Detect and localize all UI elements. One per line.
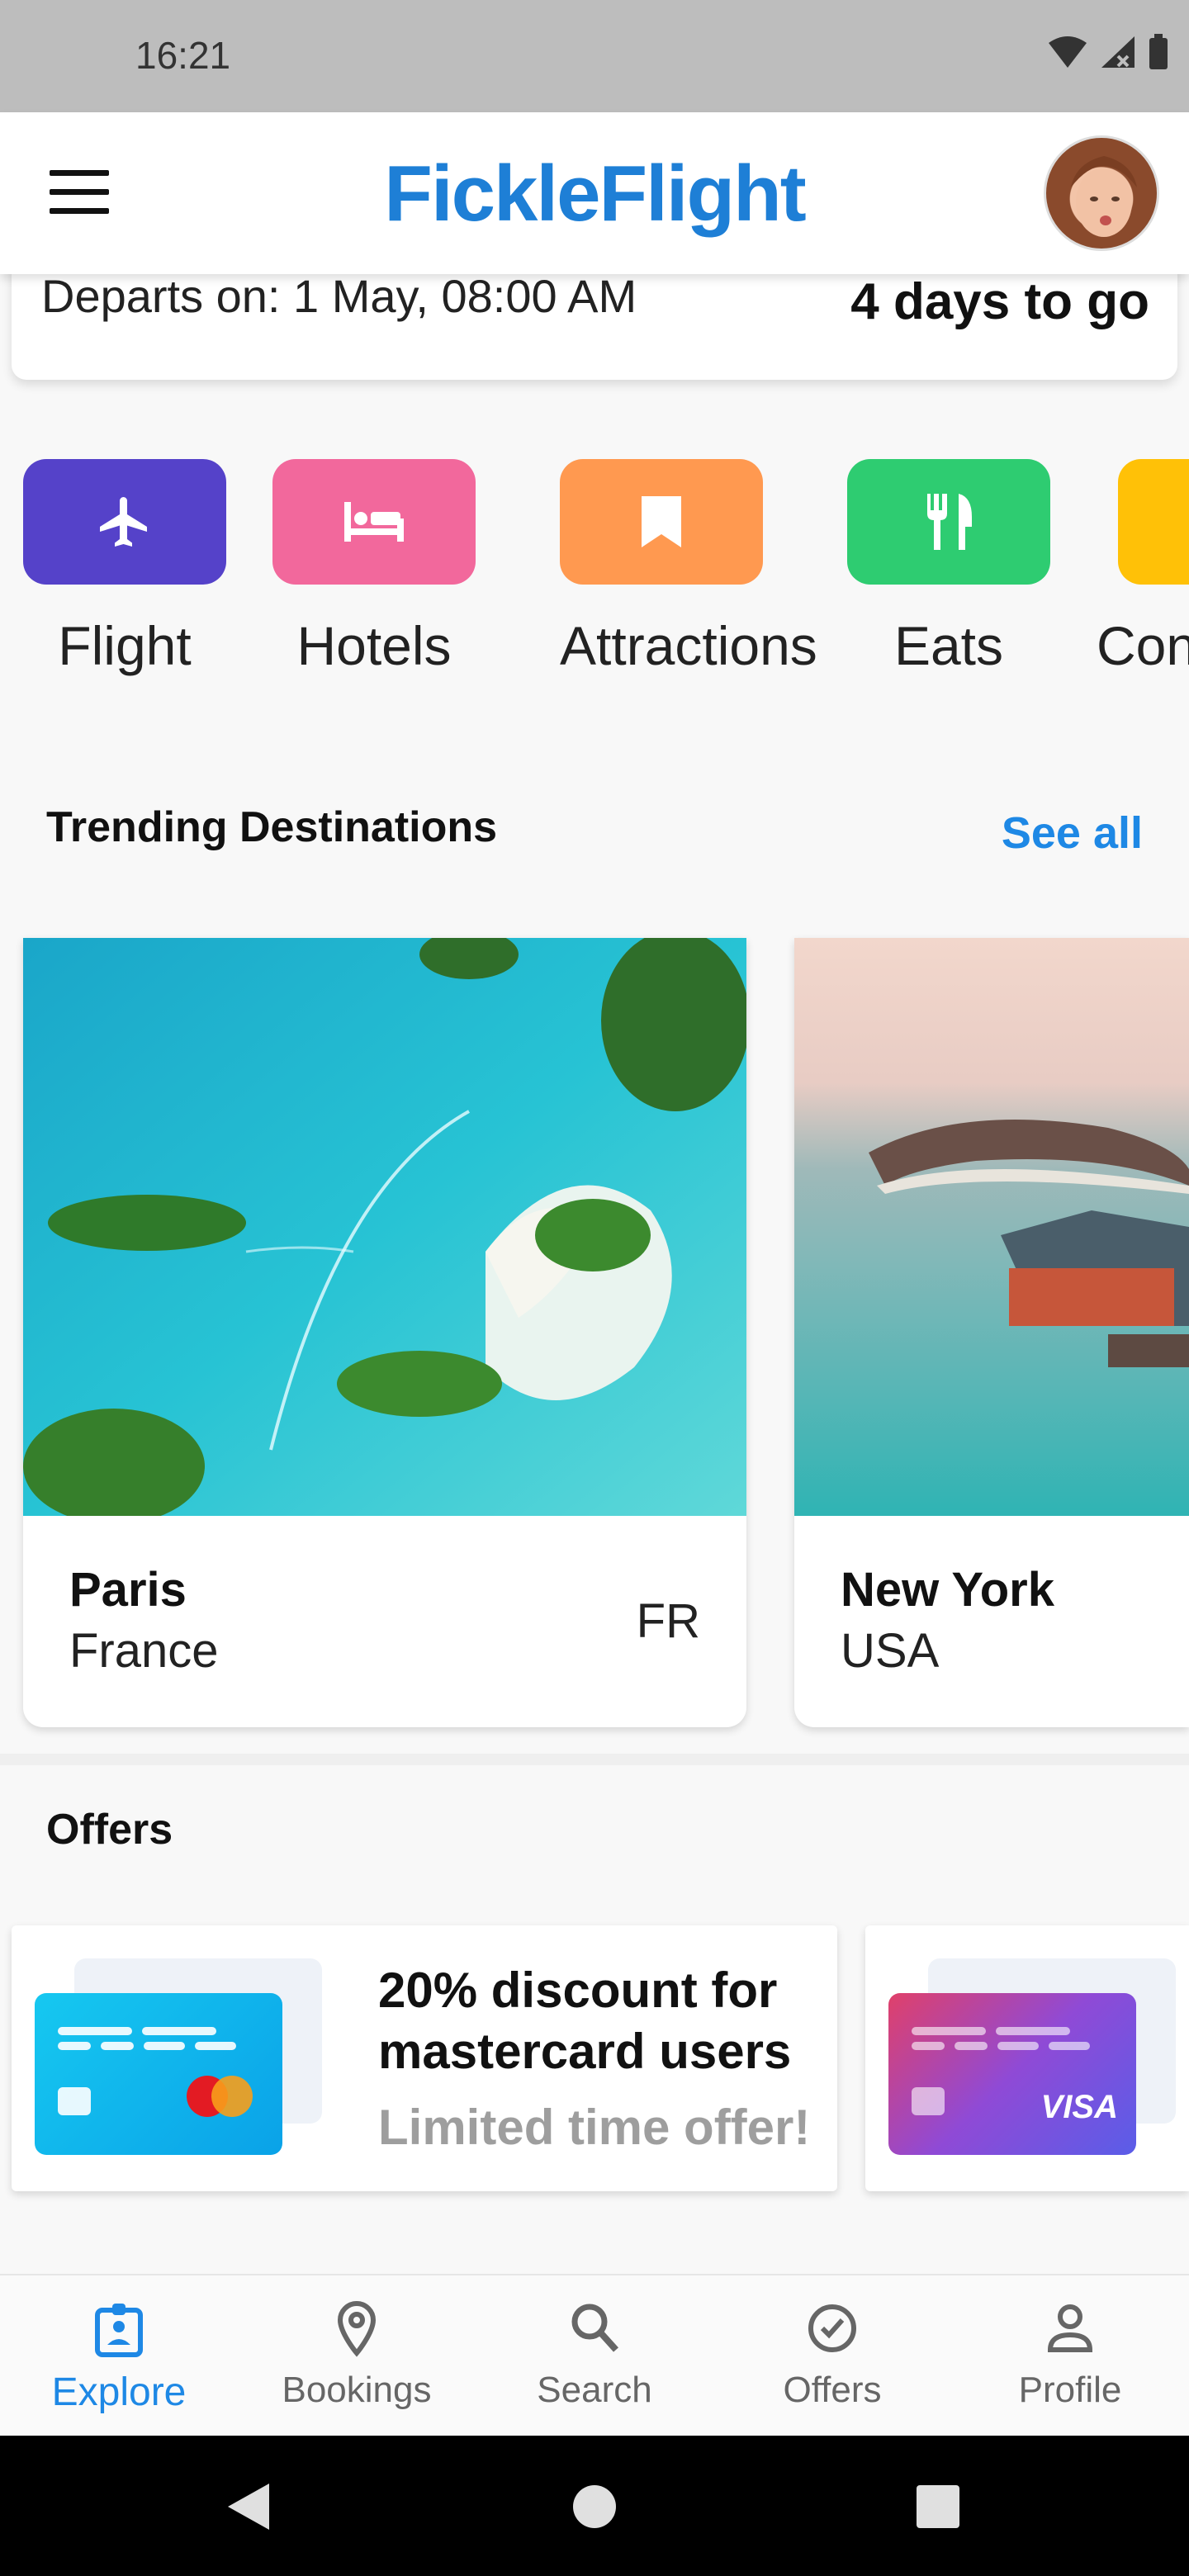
recents-icon[interactable] xyxy=(917,2485,959,2528)
category-label: Eats xyxy=(893,615,1004,676)
location-pin-icon xyxy=(337,2300,377,2357)
destination-country: France xyxy=(69,1624,219,1678)
destination-photo xyxy=(794,938,1189,1516)
category-label: Attractions xyxy=(560,615,817,676)
explore-icon xyxy=(95,2304,143,2357)
section-title-trending: Trending Destinations xyxy=(46,803,498,851)
category-label: Flight xyxy=(58,615,192,676)
nav-label: Offers xyxy=(783,2370,882,2410)
category-label: Con xyxy=(1097,615,1189,676)
trip-countdown: 4 days to go xyxy=(850,273,1149,330)
category-tile xyxy=(23,459,226,585)
back-icon[interactable] xyxy=(223,2480,272,2533)
nav-label: Search xyxy=(537,2370,652,2410)
battery-icon xyxy=(1149,34,1168,69)
app-bar: FickleFlight xyxy=(0,112,1189,274)
app-logo: FickleFlight xyxy=(384,149,806,238)
bookmark-icon xyxy=(642,496,681,547)
card-lines xyxy=(58,2024,246,2054)
category-flight[interactable]: Flight xyxy=(23,459,226,677)
cutlery-icon xyxy=(927,494,972,550)
nav-profile[interactable]: Profile xyxy=(951,2275,1189,2437)
category-row: Flight Hotels Attractions Eats Con xyxy=(0,459,1189,698)
nav-offers[interactable]: Offers xyxy=(713,2275,951,2437)
avatar-image xyxy=(1071,156,1137,237)
system-navigation-bar xyxy=(0,2436,1189,2576)
departure-info: Departs on: 1 May, 08:00 AM xyxy=(41,270,637,322)
status-icons xyxy=(1047,33,1169,71)
category-tile xyxy=(560,459,763,585)
card-lines xyxy=(912,2024,1100,2054)
check-circle-icon xyxy=(808,2304,856,2352)
category-tile xyxy=(847,459,1050,585)
avatar[interactable] xyxy=(1044,135,1159,251)
see-all-link[interactable]: See all xyxy=(1002,807,1143,859)
bottom-navigation: Explore Bookings Search Offers Profile xyxy=(0,2274,1189,2436)
nav-search[interactable]: Search xyxy=(476,2275,713,2437)
category-attractions[interactable]: Attractions xyxy=(560,459,817,677)
offer-subtitle: Limited time offer! xyxy=(378,2100,811,2155)
category-eats[interactable]: Eats xyxy=(847,459,1050,677)
mastercard-illustration xyxy=(35,1993,282,2155)
nav-bookings[interactable]: Bookings xyxy=(238,2275,476,2437)
destination-country-code: FR xyxy=(636,1594,700,1648)
airplane-icon xyxy=(100,497,147,547)
nav-label: Bookings xyxy=(282,2370,432,2410)
signal-icon xyxy=(1101,36,1135,68)
wifi-icon xyxy=(1049,36,1087,68)
nav-label: Explore xyxy=(51,2370,187,2414)
section-title-offers: Offers xyxy=(46,1806,173,1854)
offer-card-mastercard[interactable]: 20% discount for mastercard users Limite… xyxy=(12,1925,837,2191)
destination-photo xyxy=(23,938,746,1524)
home-icon[interactable] xyxy=(571,2484,618,2530)
visa-logo: VISA xyxy=(1040,2089,1118,2125)
nav-label: Profile xyxy=(1018,2370,1122,2410)
destination-card-paris[interactable]: Paris France FR xyxy=(23,938,746,1727)
category-tile xyxy=(1118,459,1189,585)
destination-card-new-york[interactable]: New York USA xyxy=(794,938,1189,1727)
status-time: 16:21 xyxy=(135,34,231,77)
section-divider xyxy=(0,1754,1189,1765)
bed-icon xyxy=(344,502,404,542)
category-hotels[interactable]: Hotels xyxy=(272,459,476,677)
status-bar: 16:21 xyxy=(0,0,1189,112)
category-partial[interactable]: Con xyxy=(1097,459,1189,677)
offer-headline: 20% discount for mastercard users xyxy=(378,1963,792,2079)
person-icon xyxy=(1047,2304,1093,2352)
nav-explore[interactable]: Explore xyxy=(0,2275,238,2437)
destination-city: Paris xyxy=(69,1563,187,1617)
category-tile xyxy=(272,459,476,585)
offer-card-visa[interactable]: VISA xyxy=(865,1925,1189,2191)
search-icon xyxy=(571,2304,618,2352)
visa-card-illustration: VISA xyxy=(888,1993,1136,2155)
category-label: Hotels xyxy=(296,615,452,676)
destination-city: New York xyxy=(841,1563,1054,1617)
destination-country: USA xyxy=(841,1624,940,1678)
